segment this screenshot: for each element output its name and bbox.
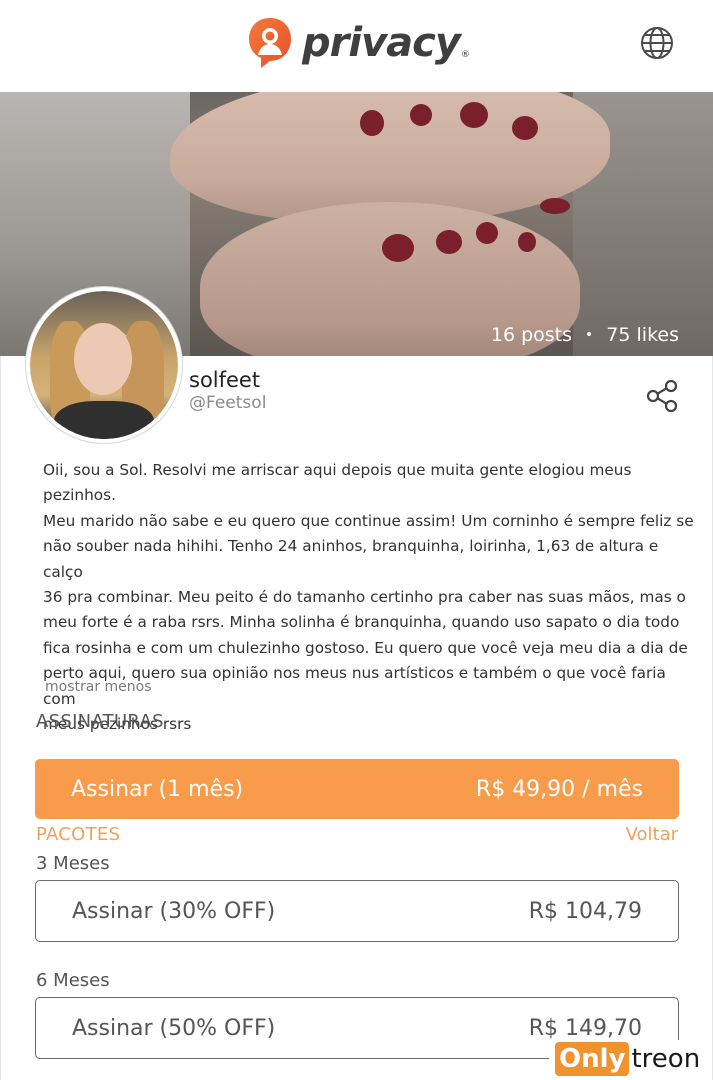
avatar-face	[74, 323, 132, 395]
package-period: 6 Meses	[36, 970, 110, 991]
package-label: Assinar (50% OFF)	[72, 1015, 276, 1041]
registered-mark: ®	[460, 50, 470, 60]
posts-count: 16 posts	[490, 324, 573, 346]
profile-handle: @Feetsol	[189, 393, 267, 413]
toenail	[460, 102, 488, 128]
stats-separator: •	[585, 327, 594, 343]
profile-name: solfeet	[189, 368, 261, 392]
subscribe-monthly-price: R$ 49,90 / mês	[475, 776, 643, 802]
watermark: Only treon	[549, 1040, 707, 1078]
packages-title: PACOTES	[36, 824, 121, 845]
toenail	[436, 230, 462, 254]
watermark-part2: treon	[631, 1044, 701, 1074]
subscribe-monthly-label: Assinar (1 mês)	[71, 776, 244, 802]
package-label: Assinar (30% OFF)	[72, 898, 276, 924]
toenail	[518, 232, 536, 252]
toenail	[382, 234, 414, 262]
toenail	[476, 222, 498, 244]
privacy-logo-icon	[249, 18, 291, 68]
avatar-shirt	[54, 401, 154, 439]
share-icon[interactable]	[644, 378, 680, 414]
subscribe-monthly-button[interactable]: Assinar (1 mês) R$ 49,90 / mês	[35, 759, 679, 819]
logo-wordmark: privacy	[302, 20, 461, 66]
package-price: R$ 149,70	[528, 1015, 642, 1041]
package-price: R$ 104,79	[528, 898, 642, 924]
toenail	[512, 116, 538, 140]
profile-bio: Oii, sou a Sol. Resolvi me arriscar aqui…	[43, 461, 694, 734]
cover-stats: 16 posts • 75 likes	[491, 324, 679, 346]
toenail	[360, 110, 384, 136]
globe-icon[interactable]	[638, 24, 676, 62]
watermark-part1: Only	[555, 1042, 630, 1076]
likes-count: 75 likes	[606, 324, 679, 346]
show-less-link[interactable]: mostrar menos	[45, 679, 152, 695]
back-link[interactable]: Voltar	[626, 824, 678, 845]
privacy-logo[interactable]: privacy ®	[246, 14, 470, 72]
subscribe-3-months-button[interactable]: Assinar (30% OFF) R$ 104,79	[35, 880, 679, 942]
package-period: 3 Meses	[36, 853, 110, 874]
toenail	[540, 198, 570, 214]
top-header: privacy ®	[0, 0, 713, 92]
subscriptions-title: ASSINATURAS	[36, 711, 164, 732]
avatar[interactable]	[26, 287, 182, 443]
toenail	[410, 104, 432, 126]
